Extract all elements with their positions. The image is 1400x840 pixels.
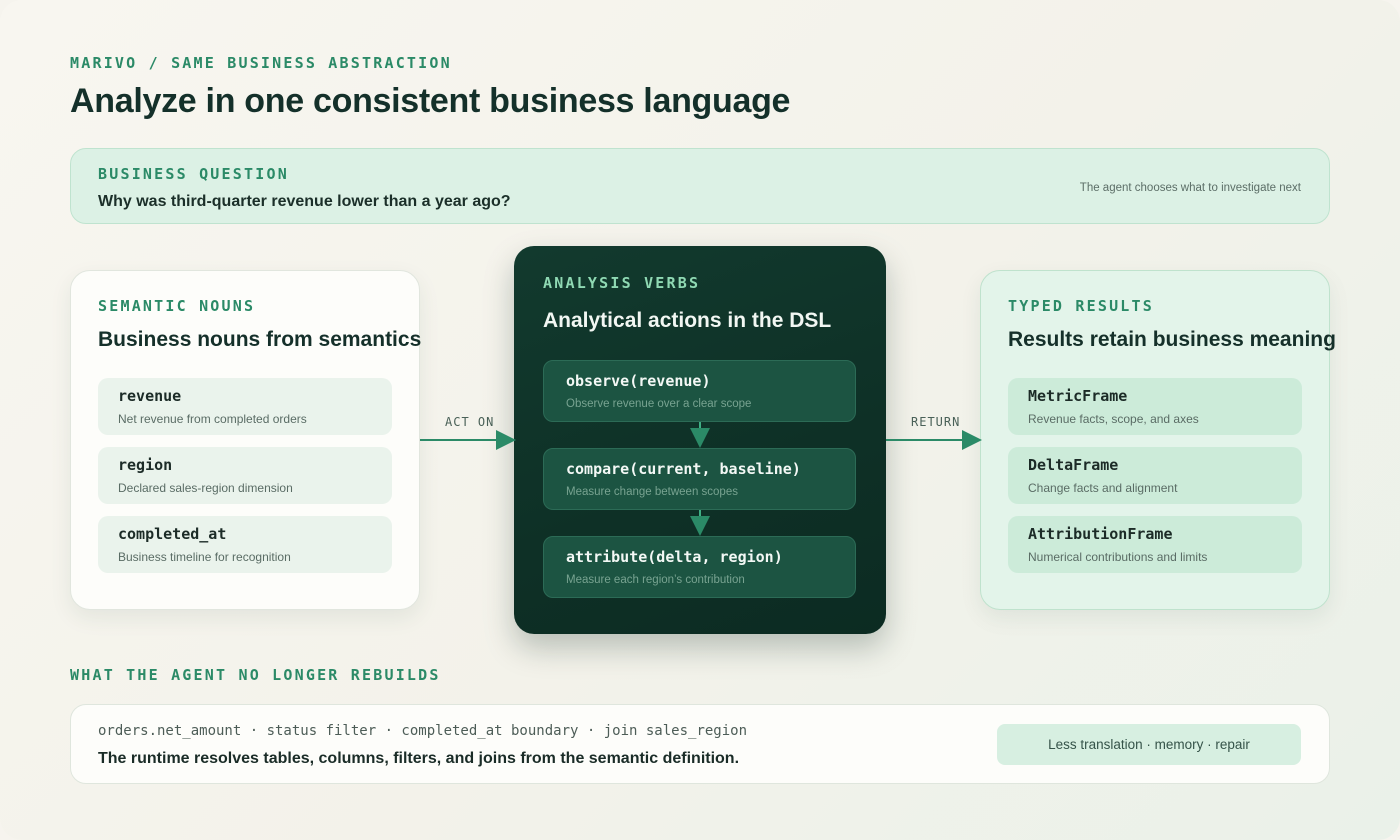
rebuild-eyebrow: WHAT THE AGENT NO LONGER REBUILDS: [70, 666, 441, 684]
business-question-panel: BUSINESS QUESTION Why was third-quarter …: [70, 148, 1330, 224]
verb-desc: Measure each region’s contribution: [566, 574, 745, 586]
results-title: Results retain business meaning: [1008, 328, 1336, 351]
verb-name: compare(current, baseline): [566, 460, 801, 478]
rebuild-text: The runtime resolves tables, columns, fi…: [98, 750, 740, 767]
verbs-title: Analytical actions in the DSL: [543, 309, 832, 332]
rebuild-panel: orders.net_amount · status filter · comp…: [70, 704, 1330, 784]
diagram-canvas: MARIVO / SAME BUSINESS ABSTRACTION Analy…: [0, 0, 1400, 840]
act-on-label: ACT ON: [445, 415, 495, 429]
noun-item-region: region Declared sales-region dimension: [98, 447, 392, 504]
noun-item-completed-at: completed_at Business timeline for recog…: [98, 516, 392, 573]
benefits-pill: Less translation · memory · repair: [997, 724, 1301, 765]
nouns-eyebrow: SEMANTIC NOUNS: [98, 297, 256, 315]
verb-item-compare: compare(current, baseline) Measure chang…: [543, 448, 856, 510]
typed-results-card: TYPED RESULTS Results retain business me…: [980, 270, 1336, 610]
noun-desc: Business timeline for recognition: [118, 550, 291, 564]
question-text: Why was third-quarter revenue lower than…: [98, 193, 511, 210]
verb-name: attribute(delta, region): [566, 548, 783, 566]
result-item-metricframe: MetricFrame Revenue facts, scope, and ax…: [1008, 378, 1302, 435]
noun-item-revenue: revenue Net revenue from completed order…: [98, 378, 392, 435]
result-name: DeltaFrame: [1028, 456, 1119, 474]
verb-item-observe: observe(revenue) Observe revenue over a …: [543, 360, 856, 422]
semantic-nouns-card: SEMANTIC NOUNS Business nouns from seman…: [70, 270, 422, 610]
noun-desc: Declared sales-region dimension: [118, 481, 293, 495]
question-eyebrow: BUSINESS QUESTION: [98, 165, 289, 183]
rebuild-code: orders.net_amount · status filter · comp…: [98, 723, 748, 739]
result-item-attributionframe: AttributionFrame Numerical contributions…: [1008, 516, 1302, 573]
analysis-verbs-card: ANALYSIS VERBS Analytical actions in the…: [514, 246, 886, 634]
verbs-eyebrow: ANALYSIS VERBS: [543, 274, 701, 292]
result-item-deltaframe: DeltaFrame Change facts and alignment: [1008, 447, 1302, 504]
result-desc: Revenue facts, scope, and axes: [1028, 412, 1199, 426]
question-note: The agent chooses what to investigate ne…: [1079, 182, 1301, 194]
verb-name: observe(revenue): [566, 372, 711, 390]
noun-name: revenue: [118, 387, 182, 405]
result-name: MetricFrame: [1028, 387, 1128, 405]
brand-eyebrow: MARIVO / SAME BUSINESS ABSTRACTION: [70, 54, 452, 72]
verb-item-attribute: attribute(delta, region) Measure each re…: [543, 536, 856, 598]
verb-desc: Measure change between scopes: [566, 486, 738, 498]
verb-desc: Observe revenue over a clear scope: [566, 398, 752, 410]
noun-name: region: [118, 456, 173, 474]
return-label: RETURN: [911, 415, 961, 429]
results-eyebrow: TYPED RESULTS: [1008, 297, 1154, 315]
page-title: Analyze in one consistent business langu…: [70, 82, 791, 120]
noun-name: completed_at: [118, 525, 227, 543]
noun-desc: Net revenue from completed orders: [118, 412, 307, 426]
nouns-title: Business nouns from semantics: [98, 328, 422, 351]
result-desc: Change facts and alignment: [1028, 481, 1178, 495]
result-desc: Numerical contributions and limits: [1028, 550, 1208, 564]
result-name: AttributionFrame: [1028, 525, 1173, 543]
